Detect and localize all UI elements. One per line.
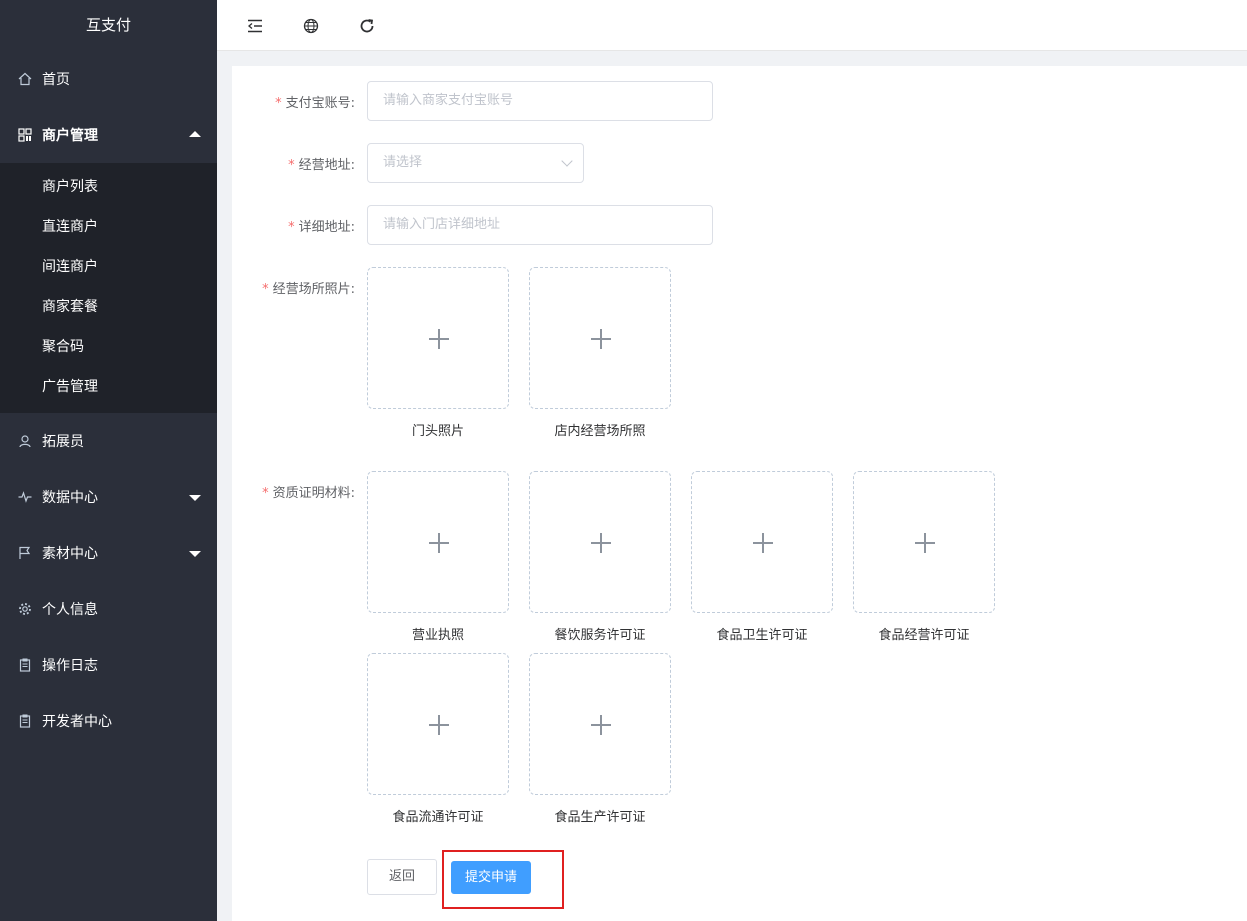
gear-icon [18,602,32,616]
upload-catering-license[interactable] [529,471,671,613]
sidebar-item-indirect-merchant[interactable]: 间连商户 [0,247,217,287]
upload-food-circulation-license[interactable] [367,653,509,795]
alipay-account-placeholder: 请输入商家支付宝账号 [383,93,514,108]
business-address-placeholder: 请选择 [383,155,423,170]
sidebar-item-aggregate-code[interactable]: 聚合码 [0,327,217,367]
sidebar-item-merchant-package[interactable]: 商家套餐 [0,287,217,327]
business-address-label: * 经营地址: [288,158,355,173]
sidebar-item-label: 操作日志 [42,658,98,674]
sidebar-item-label: 素材中心 [42,546,98,562]
required-asterisk: * [288,158,295,173]
sidebar-item-direct-merchant[interactable]: 直连商户 [0,207,217,247]
main-content: * 支付宝账号: 请输入商家支付宝账号 * 经营地址: 请选择 * 详细地址: 请输入… [232,66,1247,921]
sidebar-item-label: 数据中心 [42,490,98,506]
sidebar-item-promoter[interactable]: 拓展员 [0,413,217,469]
upload-caption: 店内经营场所照 [554,424,646,439]
alipay-account-input[interactable]: 请输入商家支付宝账号 [367,81,713,121]
upload-caption: 食品卫生许可证 [716,628,808,643]
detail-address-input[interactable]: 请输入门店详细地址 [367,205,713,245]
business-address-select[interactable]: 请选择 [367,143,584,183]
sidebar-item-material-center[interactable]: 素材中心 [0,525,217,581]
required-asterisk: * [262,282,269,297]
detail-address-placeholder: 请输入门店详细地址 [383,217,501,232]
upload-food-hygiene-license[interactable] [691,471,833,613]
sidebar-item-label: 开发者中心 [42,714,112,730]
upload-food-business-license[interactable] [853,471,995,613]
sidebar-item-label: 广告管理 [42,379,98,395]
chevron-up-icon [189,131,201,137]
sidebar: 互支付 首页 商户管理 商户列表 直连商户 间连商户 商家套餐 聚合码 广告管理… [0,0,217,921]
upload-business-license[interactable] [367,471,509,613]
user-icon [18,434,32,448]
required-asterisk: * [262,486,269,501]
sidebar-item-operation-log[interactable]: 操作日志 [0,637,217,693]
sidebar-item-label: 首页 [42,72,70,88]
home-icon [18,72,32,86]
required-asterisk: * [275,96,282,111]
top-navbar [217,0,1247,51]
sidebar-item-label: 个人信息 [42,602,98,618]
globe-icon[interactable] [302,17,320,35]
sidebar-item-data-center[interactable]: 数据中心 [0,469,217,525]
sidebar-item-merchant-list[interactable]: 商户列表 [0,167,217,207]
menu-fold-icon[interactable] [246,17,264,35]
upload-food-production-license[interactable] [529,653,671,795]
upload-caption: 餐饮服务许可证 [554,628,646,643]
upload-interior-photo[interactable] [529,267,671,409]
alipay-account-label: * 支付宝账号: [275,96,355,111]
sidebar-item-home[interactable]: 首页 [0,51,217,107]
sidebar-item-personal-info[interactable]: 个人信息 [0,581,217,637]
sidebar-item-label: 拓展员 [42,434,84,450]
detail-address-label: * 详细地址: [288,220,355,235]
venue-photos-label: * 经营场所照片: [262,282,355,297]
chevron-down-icon [189,551,201,557]
sidebar-item-label: 商户管理 [42,128,98,144]
refresh-icon[interactable] [358,17,376,35]
upload-caption: 食品经营许可证 [878,628,970,643]
grid-icon [18,128,32,142]
chevron-down-icon [189,495,201,501]
clipboard-icon [18,658,32,672]
upload-caption: 营业执照 [411,628,464,643]
merchant-submenu: 商户列表 直连商户 间连商户 商家套餐 聚合码 广告管理 [0,163,217,413]
app-title: 互支付 [0,0,217,50]
clipboard-icon [18,714,32,728]
flag-icon [18,546,32,560]
highlight-box [442,850,564,909]
pulse-icon [18,490,32,504]
chevron-down-icon [561,155,573,167]
qualifications-label: * 资质证明材料: [262,486,355,501]
upload-caption: 食品流通许可证 [392,810,484,825]
sidebar-item-merchant-management[interactable]: 商户管理 [0,107,217,163]
sidebar-item-developer-center[interactable]: 开发者中心 [0,693,217,749]
upload-caption: 门头照片 [411,424,464,439]
upload-caption: 食品生产许可证 [554,810,646,825]
back-button[interactable]: 返回 [367,859,437,895]
required-asterisk: * [288,220,295,235]
sidebar-item-ad-management[interactable]: 广告管理 [0,367,217,407]
upload-storefront-photo[interactable] [367,267,509,409]
